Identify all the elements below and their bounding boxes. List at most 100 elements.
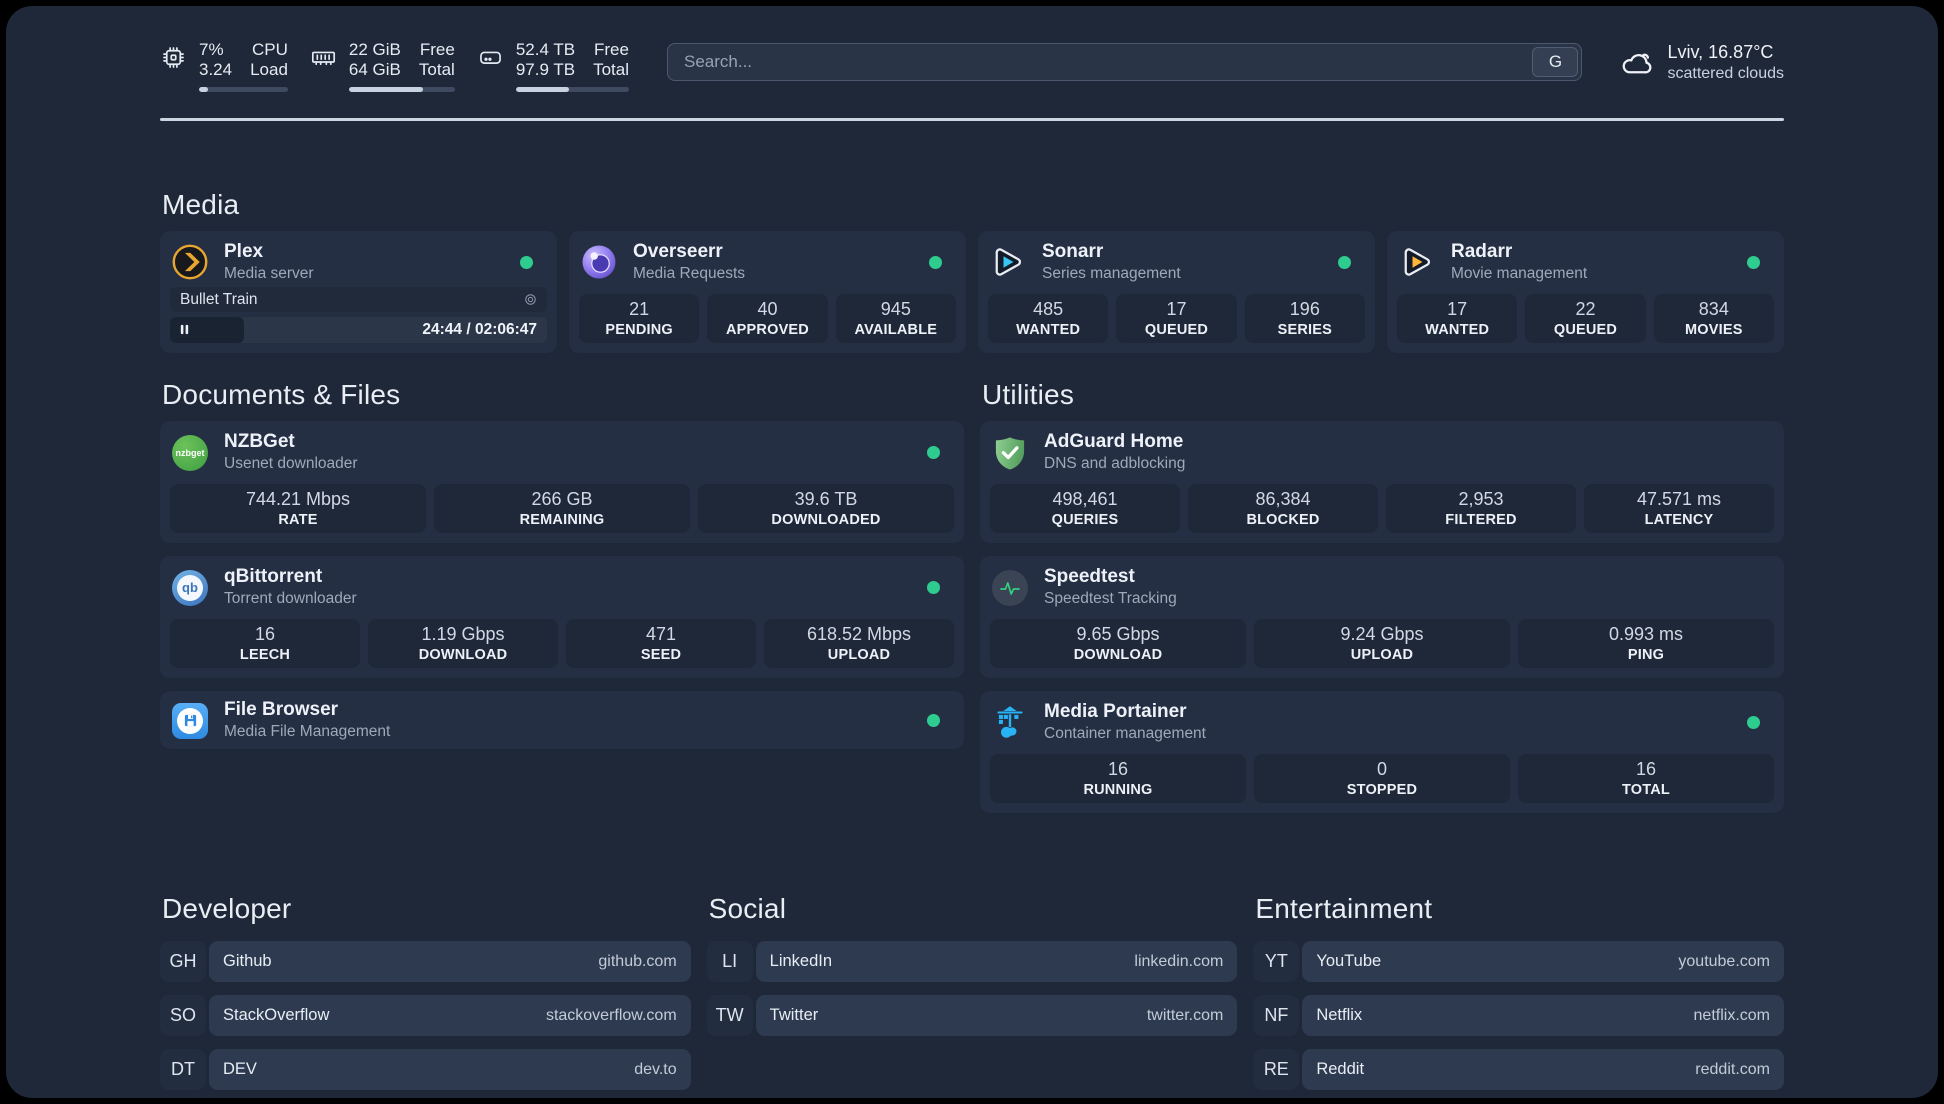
section-title-documents: Documents & Files (162, 378, 401, 410)
bookmark-reddit[interactable]: RE Reddit reddit.com (1253, 1049, 1784, 1091)
stat-available: 945 AVAILABLE (835, 293, 956, 343)
stat-value: 17 (1447, 298, 1468, 319)
app-description: Series management (1042, 264, 1181, 282)
bookmark-netflix[interactable]: NF Netflix netflix.com (1253, 995, 1784, 1037)
stat-label: DOWNLOAD (1073, 647, 1163, 664)
weather-location-temp: Lviv, 16.87°C (1667, 42, 1774, 62)
playback-elapsed (170, 316, 244, 343)
stat-value: 16 (1107, 759, 1129, 780)
stat-label: RUNNING (1083, 782, 1153, 799)
stat-value: 471 (645, 624, 677, 645)
app-card-radarr[interactable]: Radarr Movie management 17 WANTED 22 QUE… (1387, 230, 1784, 353)
app-description: Torrent downloader (224, 590, 357, 608)
stat-wanted: 485 WANTED (988, 293, 1109, 343)
status-online-dot (929, 255, 942, 269)
stat-value: 40 (757, 298, 778, 319)
bookmark-url: dev.to (634, 1060, 677, 1078)
stat-value: 834 (1698, 298, 1729, 319)
cpu-labels: CPU Load (250, 40, 288, 81)
search-input[interactable] (666, 43, 1583, 81)
app-name: File Browser (224, 699, 339, 721)
app-name: Overseerr (633, 240, 723, 262)
stat-value: 16 (254, 624, 276, 645)
bookmark-name: YouTube (1316, 952, 1382, 971)
app-card-plex[interactable]: Plex Media server Bullet Train 24:44 / 0… (160, 230, 557, 353)
stat-blocked: 86,384 BLOCKED (1188, 484, 1378, 534)
bookmark-name: Netflix (1316, 1006, 1363, 1025)
qbittorrent-icon: qb (172, 569, 208, 606)
section-media: Media Plex Media server Bullet Train 24:… (160, 189, 1784, 353)
app-card-portainer[interactable]: Media Portainer Container management 16 … (980, 691, 1784, 814)
playback-time: 24:44 / 02:06:47 (422, 320, 537, 338)
stat-queued: 17 QUEUED (1116, 293, 1237, 343)
disk-values: 52.4 TB 97.9 TB (516, 40, 575, 81)
playback-progress-bar: 24:44 / 02:06:47 (170, 316, 547, 343)
overseerr-icon (581, 244, 617, 280)
cpu-label: CPU (252, 40, 288, 59)
search-bar: G (666, 43, 1583, 81)
bookmark-name: StackOverflow (223, 1006, 330, 1025)
stat-movies: 834 MOVIES (1653, 293, 1774, 343)
app-name: qBittorrent (224, 566, 323, 588)
stat-value: 618.52 Mbps (806, 624, 912, 645)
radarr-icon (1399, 244, 1435, 280)
app-card-filebrowser[interactable]: File Browser Media File Management (160, 691, 964, 750)
stat-label: DOWNLOAD (418, 647, 508, 664)
stat-value: 0.993 ms (1608, 624, 1684, 645)
disk-icon (477, 44, 504, 71)
stat-label: FILTERED (1445, 512, 1517, 529)
bookmark-url: linkedin.com (1134, 952, 1224, 970)
app-description: Usenet downloader (224, 455, 358, 473)
ram-widget: 22 GiB 64 GiB Free Total (310, 40, 455, 92)
app-card-adguard[interactable]: AdGuard Home DNS and adblocking 498,461 … (980, 421, 1784, 544)
app-name: Media Portainer (1044, 701, 1187, 723)
filebrowser-icon (172, 702, 208, 739)
status-online-dot (1747, 716, 1760, 730)
bookmark-linkedin[interactable]: LI LinkedIn linkedin.com (706, 941, 1238, 983)
disk-total-label: Total (593, 60, 629, 80)
stat-value: 22 (1575, 298, 1596, 319)
app-description: Container management (1044, 725, 1206, 743)
cpu-load: 3.24 (199, 60, 233, 80)
stat-ping: 0.993 ms PING (1518, 619, 1774, 669)
bookmark-stackoverflow[interactable]: SO StackOverflow stackoverflow.com (160, 995, 691, 1037)
stat-queries: 498,461 QUERIES (990, 484, 1180, 534)
bookmark-abbr: RE (1253, 1049, 1300, 1091)
stat-label: QUERIES (1051, 512, 1119, 529)
stat-queued: 22 QUEUED (1525, 293, 1646, 343)
stat-download: 1.19 Gbps DOWNLOAD (368, 619, 558, 669)
cpu-usage: 7% (199, 40, 224, 59)
stat-latency: 47.571 ms LATENCY (1584, 484, 1774, 534)
bookmark-youtube[interactable]: YT YouTube youtube.com (1253, 941, 1784, 983)
stat-label: MOVIES (1685, 321, 1743, 338)
stat-downloaded: 39.6 TB DOWNLOADED (698, 484, 954, 534)
bookmark-github[interactable]: GH Github github.com (160, 941, 691, 983)
stat-label: UPLOAD (1350, 647, 1414, 664)
app-card-sonarr[interactable]: Sonarr Series management 485 WANTED 17 Q… (978, 230, 1375, 353)
ram-total: 64 GiB (348, 60, 401, 80)
section-title-developer: Developer (162, 893, 292, 925)
stat-pending: 21 PENDING (579, 293, 700, 343)
stat-value: 1.19 Gbps (421, 624, 505, 645)
cpu-icon (160, 44, 187, 71)
status-online-dot (927, 714, 940, 728)
disk-free-label: Free (594, 40, 629, 59)
portainer-crane-icon (992, 705, 1028, 741)
stat-label: APPROVED (726, 321, 809, 338)
ram-labels: Free Total (419, 40, 455, 81)
app-card-overseerr[interactable]: Overseerr Media Requests 21 PENDING 40 A… (569, 230, 966, 353)
bookmark-abbr: LI (706, 941, 753, 983)
stat-approved: 40 APPROVED (707, 293, 828, 343)
cpu-widget: 7% 3.24 CPU Load (160, 40, 288, 92)
search-engine-button[interactable]: G (1532, 47, 1579, 77)
stat-label: SERIES (1277, 321, 1333, 338)
app-name: Plex (224, 240, 264, 262)
stat-value: 945 (880, 298, 911, 319)
bookmark-dev-to[interactable]: DT DEV dev.to (160, 1049, 691, 1091)
app-card-nzbget[interactable]: nzbget NZBGet Usenet downloader 744.21 M… (160, 421, 964, 544)
app-card-speedtest[interactable]: Speedtest Speedtest Tracking 9.65 Gbps D… (980, 556, 1784, 679)
disk-progress-fill (515, 86, 569, 92)
bookmark-twitter[interactable]: TW Twitter twitter.com (706, 995, 1238, 1037)
app-card-qbittorrent[interactable]: qb qBittorrent Torrent downloader 16 LEE… (160, 556, 964, 679)
stat-value: 39.6 TB (794, 489, 858, 510)
